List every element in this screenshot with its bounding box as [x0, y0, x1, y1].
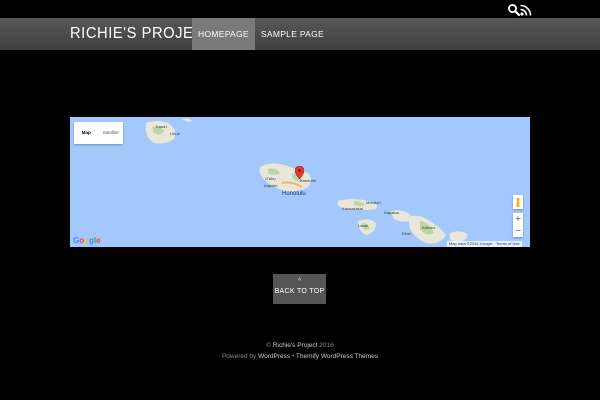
chevron-up-icon: ^: [297, 278, 302, 285]
zoom-control: + −: [513, 213, 523, 237]
terms-of-use-link[interactable]: Terms of Use: [496, 241, 520, 246]
back-to-top-label: Back To Top: [274, 288, 325, 295]
label-lihue: Lihue: [170, 131, 180, 136]
site-footer: © Richie's Project 2016 Powered by WordP…: [0, 340, 600, 362]
label-kapalua: Kapalua: [384, 210, 399, 215]
map-type-map-button[interactable]: Map: [74, 122, 99, 144]
map-data-text: Map data ©2016 Google: [449, 241, 493, 246]
label-oahu: O'ahu: [265, 176, 276, 181]
copyright-symbol: ©: [266, 342, 272, 349]
map-marker-icon[interactable]: [294, 164, 305, 180]
zoom-in-button[interactable]: +: [513, 213, 523, 225]
main-nav: Homepage Sample Page: [192, 18, 330, 50]
label-kahului: Kahului: [422, 225, 436, 230]
label-kauai: Kaua'i: [156, 124, 167, 129]
map-type-control: Map Satellite: [74, 122, 123, 144]
nav-item-homepage[interactable]: Homepage: [192, 18, 255, 50]
label-kaunakakai: Kaunakakai: [342, 206, 363, 211]
footer-site-link[interactable]: Richie's Project: [273, 342, 318, 349]
wordpress-link[interactable]: WordPress: [258, 353, 290, 360]
nav-item-sample-page[interactable]: Sample Page: [255, 18, 330, 50]
footer-separator: •: [291, 353, 295, 360]
embedded-map[interactable]: Map Satellite Kaua'i Lihue O'ahu Kapolei…: [70, 117, 530, 247]
footer-year: 2016: [319, 342, 334, 349]
label-lanai: Lanai: [358, 223, 368, 228]
site-header: Richie's Project Homepage Sample Page: [0, 18, 600, 50]
rss-icon[interactable]: [519, 2, 533, 16]
map-attribution: Map data ©2016 Google Terms of Use: [447, 241, 522, 247]
street-view-pegman-icon[interactable]: [513, 195, 523, 209]
map-type-satellite-button[interactable]: Satellite: [99, 122, 124, 144]
themify-link[interactable]: Themify WordPress Themes: [296, 353, 378, 360]
label-kihei: Kihei: [402, 231, 411, 236]
google-logo[interactable]: Google: [73, 236, 101, 245]
zoom-out-button[interactable]: −: [513, 225, 523, 237]
label-honolulu: Honolulu: [282, 191, 306, 197]
footer-copyright: © Richie's Project 2016: [0, 340, 600, 351]
footer-credits: Powered by WordPress • Themify WordPress…: [0, 351, 600, 362]
label-kapolei: Kapolei: [264, 183, 278, 188]
label-molokai: Moloka'i: [366, 200, 381, 205]
powered-by-text: Powered by: [221, 353, 257, 360]
back-to-top-button[interactable]: ^ Back To Top: [273, 274, 326, 304]
top-bar: [0, 0, 600, 18]
